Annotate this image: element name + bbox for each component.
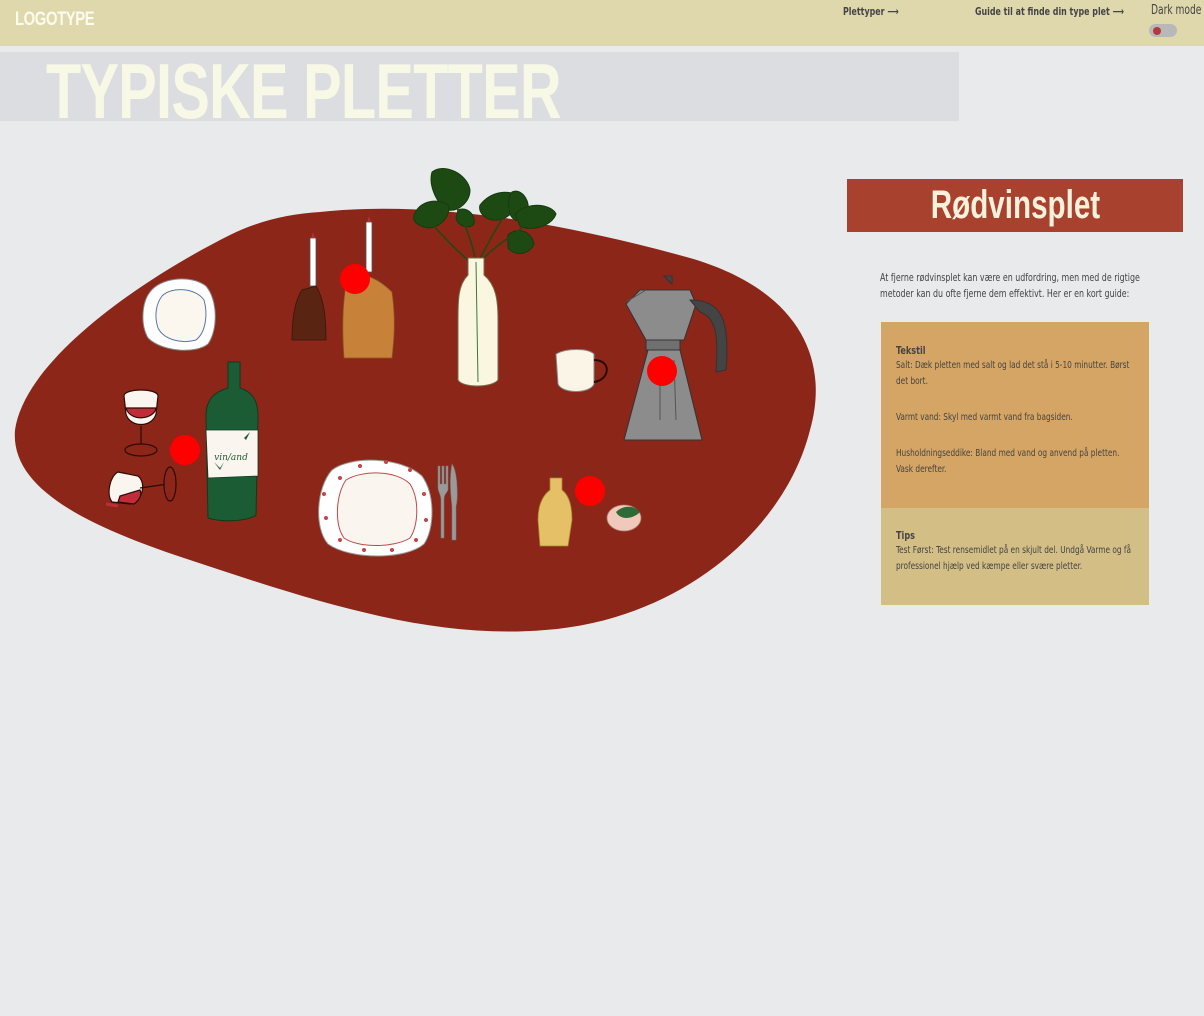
tips-box: Tips Test Først: Test rensemidlet på en …: [881, 508, 1149, 605]
textile-guide-box: Tekstil Salt: Dæk pletten med salt og la…: [881, 322, 1149, 508]
tips-text: Test Først: Test rensemidlet på en skjul…: [896, 545, 1132, 572]
tips-heading: Tips: [896, 529, 915, 542]
textile-step-warm-water: Varmt vand: Skyl med varmt vand fra bags…: [896, 412, 1073, 423]
table-illustration: vin/and: [14, 167, 816, 632]
hero-banner: TYPISKE PLETTER: [0, 52, 959, 121]
nav-link-guide[interactable]: Guide til at finde din type plet ⟶: [975, 5, 1124, 18]
dark-mode-label: Dark mode: [1151, 3, 1202, 18]
toggle-knob: [1153, 27, 1161, 35]
stain-hotspot-coffee[interactable]: [647, 356, 677, 386]
textile-step-vinegar: Husholdningseddike: Bland med vand og an…: [896, 448, 1120, 475]
dark-mode-toggle[interactable]: [1149, 24, 1177, 37]
textile-step-salt: Salt: Dæk pletten med salt og lad det st…: [896, 360, 1130, 387]
stain-hotspot-red-wine[interactable]: [170, 435, 200, 465]
bottle-label: vin/and: [214, 453, 248, 463]
page-title: TYPISKE PLETTER: [46, 52, 562, 121]
textile-heading: Tekstil: [896, 344, 926, 357]
small-plate-icon: [142, 278, 216, 351]
nav-link-plettyper[interactable]: Plettyper ⟶: [843, 5, 899, 18]
top-navigation-bar: LOGOTYPE Plettyper ⟶ Guide til at finde …: [0, 0, 1204, 46]
dinner-plate-icon: [318, 459, 433, 557]
stain-hotspot-candle[interactable]: [340, 264, 370, 294]
logo[interactable]: LOGOTYPE: [15, 9, 95, 31]
herb-dish-icon: [606, 504, 642, 532]
stain-intro-text: At fjerne rødvinsplet kan være en udford…: [880, 271, 1140, 300]
stain-title: Rødvinsplet: [930, 183, 1100, 227]
stain-title-banner: Rødvinsplet: [847, 179, 1183, 232]
stain-hotspot-oil[interactable]: [575, 476, 605, 506]
